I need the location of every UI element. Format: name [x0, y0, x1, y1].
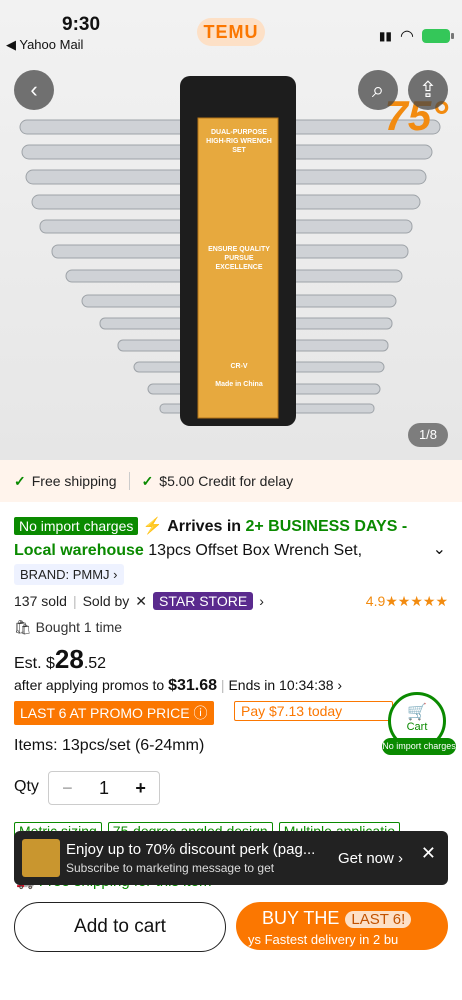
product-title: 13pcs Offset Box Wrench Set,: [148, 542, 363, 559]
product-title-block[interactable]: No import charges ⚡ Arrives in 2+ BUSINE…: [14, 514, 454, 563]
tools-icon: ✕: [135, 592, 148, 609]
price-decimal: .52: [83, 655, 107, 672]
shipping-bar[interactable]: ✓ Free shipping ✓ $5.00 Credit for delay: [0, 460, 462, 502]
quantity-value[interactable]: 1: [86, 778, 123, 799]
get-now-button[interactable]: Get now ›: [338, 850, 403, 867]
cart-label: Cart: [406, 721, 428, 733]
pay-today-tag[interactable]: Pay $7.13 today: [234, 701, 393, 721]
free-shipping-label: Free shipping: [31, 473, 117, 489]
wifi-icon: ◠: [400, 28, 414, 45]
chevron-down-icon[interactable]: ⌄: [433, 538, 446, 562]
promo-text: after applying promos to: [14, 677, 165, 693]
back-button[interactable]: ‹: [14, 70, 54, 110]
warehouse-label: Local warehouse: [14, 542, 144, 559]
package-text-6: Made in China: [215, 381, 263, 388]
sold-by-label: Sold by: [82, 593, 130, 609]
lightning-icon: ⚡: [142, 518, 163, 535]
share-icon: ⇪: [418, 77, 438, 102]
app-name-pill: TEMU: [197, 18, 265, 46]
chevron-right-icon: ›: [259, 593, 264, 609]
last-badge: LAST 6!: [345, 911, 412, 928]
credit-label: $5.00 Credit for delay: [159, 473, 294, 489]
seller-row[interactable]: 137 sold | Sold by ✕ STAR STORE ›: [14, 592, 264, 610]
bought-label: Bought 1 time: [35, 619, 123, 635]
promo-price: $31.68: [168, 677, 218, 694]
package-label: DUAL-PURPOSE HIGH-RIG WRENCH SET ENSURE …: [204, 128, 274, 389]
price: Est. $28.52: [14, 644, 106, 675]
add-to-cart-button[interactable]: Add to cart: [14, 902, 226, 952]
no-import-pill: No import charges: [382, 738, 456, 755]
page-indicator: 1/8: [408, 423, 448, 447]
package-text-4: PURSUE EXCELLENCE: [215, 255, 263, 271]
increment-button[interactable]: +: [122, 778, 159, 799]
search-icon: ⌕: [371, 77, 385, 102]
last-six-tag[interactable]: LAST 6 AT PROMO PRICE ⓘ: [14, 701, 214, 725]
status-icons: ▮▮ ◠: [378, 26, 454, 46]
close-icon[interactable]: ✕: [421, 843, 436, 864]
back-to-app-link[interactable]: ◀ Yahoo Mail: [6, 37, 83, 53]
battery-icon: [422, 29, 454, 43]
chevron-left-icon: ‹: [30, 77, 38, 102]
toast-title: Enjoy up to 70% discount perk (pag...: [66, 841, 316, 858]
sold-count: 137 sold: [14, 593, 67, 609]
package-text-5: CR-V: [230, 363, 248, 370]
store-name[interactable]: STAR STORE: [153, 592, 254, 610]
price-integer: 28: [54, 644, 84, 674]
share-button[interactable]: ⇪: [408, 70, 448, 110]
search-button[interactable]: ⌕: [358, 70, 398, 110]
buy-now-button[interactable]: BUY THE LAST 6! ys Fastest delivery in 2 …: [236, 902, 448, 950]
promo-row[interactable]: after applying promos to $31.68 | Ends i…: [14, 677, 342, 695]
decrement-button[interactable]: −: [49, 778, 86, 799]
delivery-text: ys Fastest delivery in 2 bu: [248, 932, 399, 947]
no-import-badge: No import charges: [14, 517, 139, 535]
cart-icon: 🛒: [407, 704, 427, 721]
toast-thumbnail: [22, 839, 60, 877]
status-time: 9:30: [62, 14, 101, 35]
delivery-days: 2+ BUSINESS DAYS -: [245, 518, 408, 535]
toast-subtitle: Subscribe to marketing message to get: [66, 861, 275, 875]
package-text-3: ENSURE QUALITY: [208, 246, 270, 253]
brand-link[interactable]: BRAND: PMMJ ›: [14, 564, 124, 585]
signal-icon: ▮▮: [378, 29, 393, 43]
check-icon: ✓: [14, 472, 26, 489]
qty-label: Qty: [14, 778, 39, 795]
package-text-2: HIGH-RIG WRENCH SET: [206, 138, 272, 154]
rating[interactable]: 4.9★★★★★: [366, 593, 448, 610]
product-image-gallery[interactable]: DUAL-PURPOSE HIGH-RIG WRENCH SET ENSURE …: [0, 0, 462, 460]
divider: [128, 472, 130, 490]
bag-icon: 🛍: [14, 619, 32, 635]
promo-toast[interactable]: Enjoy up to 70% discount perk (pag... Su…: [14, 831, 448, 885]
arrives-label: Arrives in: [167, 518, 242, 535]
buy-label: BUY THE: [262, 908, 340, 928]
quantity-stepper[interactable]: − 1 +: [48, 771, 160, 805]
bought-row: 🛍 Bought 1 time: [14, 619, 122, 636]
check-icon: ✓: [141, 472, 154, 489]
package-text-1: DUAL-PURPOSE: [210, 129, 267, 136]
items-label[interactable]: Items: 13pcs/set (6-24mm): [14, 737, 204, 755]
countdown: Ends in 10:34:38 ›: [228, 677, 343, 693]
price-prefix: Est. $: [14, 655, 55, 672]
